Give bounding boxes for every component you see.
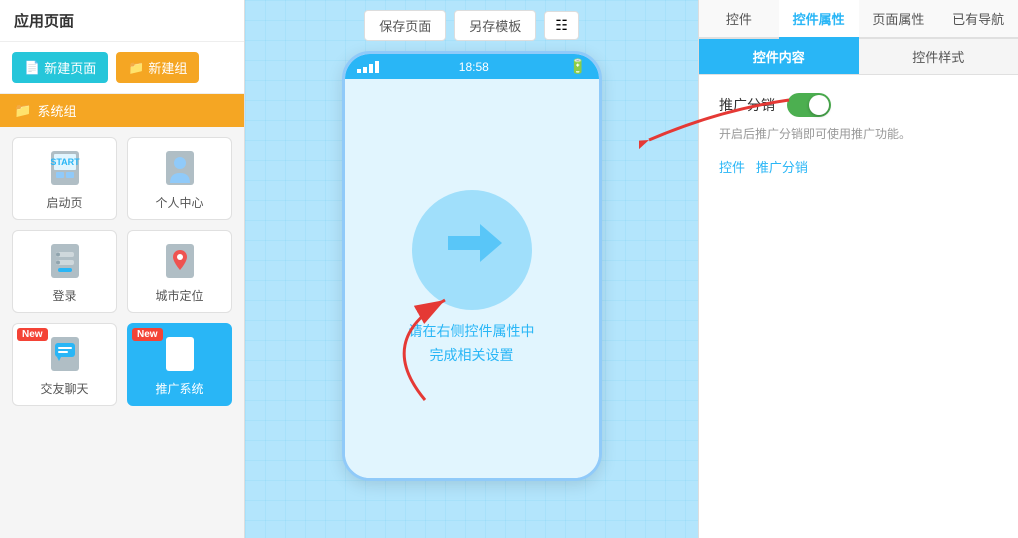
sidebar: 应用页面 📄 新建页面 📁 新建组 📁 系统组 START (0, 0, 245, 538)
promo-hint: 开启后推广分销即可使用推广功能。 (719, 125, 998, 143)
tab-widget-props[interactable]: 控件属性 (779, 0, 859, 39)
group-name: 系统组 (37, 101, 76, 120)
new-group-icon: 📁 (128, 60, 144, 76)
sub-tabs: 控件内容 控件样式 (699, 39, 1018, 75)
main-tabs: 控件 控件属性 页面属性 已有导航 (699, 0, 1018, 39)
preview-button[interactable]: ☷ (544, 11, 579, 40)
phone-status-bar: 18:58 🔋 (345, 54, 599, 79)
page-item-start[interactable]: START 启动页 (12, 137, 117, 220)
save-page-button[interactable]: 保存页面 (364, 10, 446, 41)
page-item-social[interactable]: New 交友聊天 (12, 323, 117, 406)
breadcrumb-prefix: 控件 (719, 160, 745, 175)
new-group-label: 新建组 (148, 58, 187, 77)
new-page-label: 新建页面 (44, 58, 96, 77)
page-item-promo[interactable]: New 推广系统 (127, 323, 232, 406)
phone-frame: 18:58 🔋 请在右侧控件属性中 完成相关设置 (342, 51, 602, 481)
page-grid: START 启动页 个人中心 (0, 127, 244, 416)
breadcrumb: 控件 推广分销 (719, 157, 998, 176)
page-item-profile[interactable]: 个人中心 (127, 137, 232, 220)
phone-hint-line2: 完成相关设置 (409, 344, 535, 368)
toolbar: 保存页面 另存模板 ☷ (364, 10, 579, 41)
phone-area: 保存页面 另存模板 ☷ 18:58 🔋 (245, 0, 698, 538)
page-label-login: 登录 (52, 287, 76, 304)
phone-hint: 请在右侧控件属性中 完成相关设置 (409, 320, 535, 368)
new-group-button[interactable]: 📁 新建组 (116, 52, 199, 83)
phone-arrow-icon (440, 216, 504, 283)
right-panel: 控件 控件属性 页面属性 已有导航 控件内容 控件样式 推广分销 开启后推广分销… (698, 0, 1018, 538)
page-icon-start: START (45, 148, 85, 188)
promo-label: 推广分销 (719, 95, 775, 115)
promo-toggle[interactable] (787, 93, 831, 117)
tab-widget[interactable]: 控件 (699, 0, 779, 39)
page-item-login[interactable]: 登录 (12, 230, 117, 313)
page-icon-login (45, 241, 85, 281)
toggle-knob (809, 95, 829, 115)
page-icon-social (45, 334, 85, 374)
tab-page-props[interactable]: 页面属性 (859, 0, 939, 39)
page-icon-profile (160, 148, 200, 188)
panel-content: 推广分销 开启后推广分销即可使用推广功能。 控件 推广分销 (699, 75, 1018, 538)
page-icon-promo (160, 334, 200, 374)
save-template-button[interactable]: 另存模板 (454, 10, 536, 41)
new-badge-social: New (17, 328, 48, 341)
tab-nav[interactable]: 已有导航 (938, 0, 1018, 39)
signal-icon (357, 61, 379, 73)
preview-icon: ☷ (555, 17, 568, 33)
page-label-start: 启动页 (46, 194, 82, 211)
new-badge-promo: New (132, 328, 163, 341)
page-icon-location (160, 241, 200, 281)
page-item-location[interactable]: 城市定位 (127, 230, 232, 313)
page-label-profile: 个人中心 (155, 194, 203, 211)
group-header: 📁 系统组 (0, 94, 244, 127)
page-label-location: 城市定位 (155, 287, 203, 304)
sidebar-actions: 📄 新建页面 📁 新建组 (0, 42, 244, 94)
svg-text:START: START (50, 157, 80, 167)
breadcrumb-value: 推广分销 (756, 160, 808, 175)
phone-content: 请在右侧控件属性中 完成相关设置 (345, 79, 599, 478)
sub-tab-content[interactable]: 控件内容 (699, 39, 859, 74)
folder-icon: 📁 (14, 102, 31, 119)
phone-time: 18:58 (459, 60, 489, 74)
promo-setting-row: 推广分销 (719, 93, 998, 117)
page-label-promo: 推广系统 (155, 380, 203, 397)
new-page-icon: 📄 (24, 60, 40, 76)
sidebar-title: 应用页面 (0, 0, 244, 42)
phone-hint-line1: 请在右侧控件属性中 (409, 320, 535, 344)
sub-tab-style[interactable]: 控件样式 (859, 39, 1018, 74)
new-page-button[interactable]: 📄 新建页面 (12, 52, 108, 83)
page-label-social: 交友聊天 (40, 380, 88, 397)
phone-arrow-circle (412, 190, 532, 310)
battery-icon: 🔋 (569, 58, 586, 75)
